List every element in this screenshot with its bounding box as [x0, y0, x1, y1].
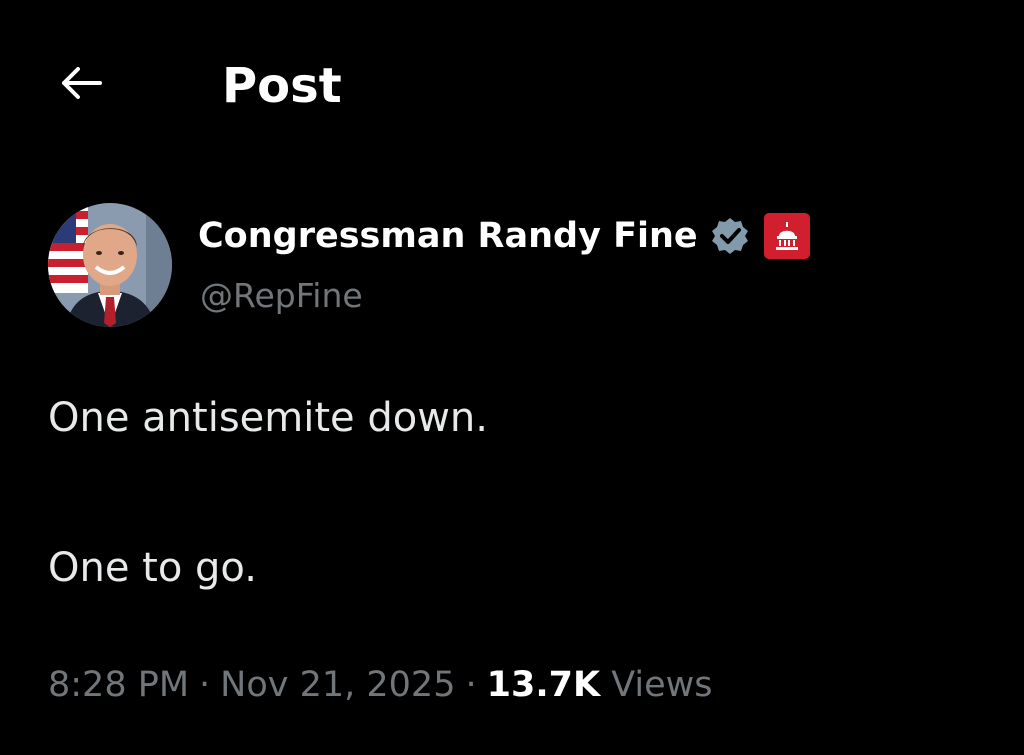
- post-metadata: 8:28 PM · Nov 21, 2025 · 13.7K Views: [48, 660, 713, 710]
- separator: ·: [465, 665, 477, 705]
- author-row: Congressman Randy Fine @RepFine: [0, 200, 1024, 330]
- avatar[interactable]: [48, 203, 172, 327]
- arrow-left-icon: [62, 67, 102, 99]
- avatar-photo: [48, 203, 172, 327]
- post-time[interactable]: 8:28 PM: [48, 665, 189, 705]
- top-bar: Post: [0, 52, 1024, 124]
- author-name-row: Congressman Randy Fine: [198, 210, 810, 262]
- verified-badge-icon[interactable]: [710, 216, 750, 256]
- back-button[interactable]: [50, 58, 110, 108]
- post-text-line: One antisemite down.: [48, 395, 488, 441]
- page-title: Post: [222, 58, 342, 114]
- separator: ·: [199, 665, 211, 705]
- post-text-line: One to go.: [48, 545, 257, 591]
- post-date[interactable]: Nov 21, 2025: [220, 665, 455, 705]
- post-page: Post Congressman Randy Fine @RepFine One…: [0, 0, 1024, 755]
- author-handle[interactable]: @RepFine: [200, 276, 363, 315]
- views-label: Views: [611, 665, 713, 705]
- display-name[interactable]: Congressman Randy Fine: [198, 216, 698, 256]
- affiliation-badge-icon[interactable]: [763, 213, 810, 259]
- views-count: 13.7K: [486, 665, 601, 705]
